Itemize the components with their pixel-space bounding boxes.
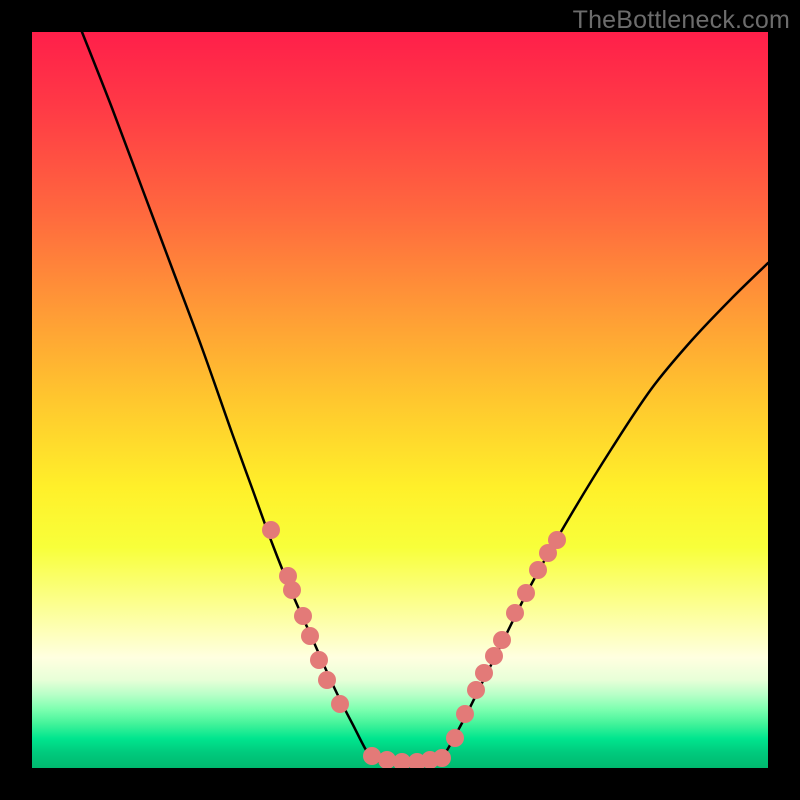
- data-marker: [433, 749, 451, 767]
- data-marker: [262, 521, 280, 539]
- data-marker: [310, 651, 328, 669]
- chart-frame: TheBottleneck.com: [0, 0, 800, 800]
- data-marker: [283, 581, 301, 599]
- data-marker: [475, 664, 493, 682]
- bottleneck-curve: [82, 32, 768, 762]
- data-marker: [485, 647, 503, 665]
- watermark-text: TheBottleneck.com: [573, 6, 790, 35]
- curve-paths: [82, 32, 768, 762]
- data-marker: [456, 705, 474, 723]
- plot-area: [32, 32, 768, 768]
- data-marker: [331, 695, 349, 713]
- data-marker: [378, 751, 396, 768]
- data-marker: [294, 607, 312, 625]
- data-marker: [493, 631, 511, 649]
- data-marker: [301, 627, 319, 645]
- data-marker: [548, 531, 566, 549]
- curve-markers: [262, 521, 566, 768]
- data-marker: [318, 671, 336, 689]
- data-marker: [446, 729, 464, 747]
- data-marker: [506, 604, 524, 622]
- data-marker: [529, 561, 547, 579]
- data-marker: [467, 681, 485, 699]
- data-marker: [517, 584, 535, 602]
- curve-svg: [32, 32, 768, 768]
